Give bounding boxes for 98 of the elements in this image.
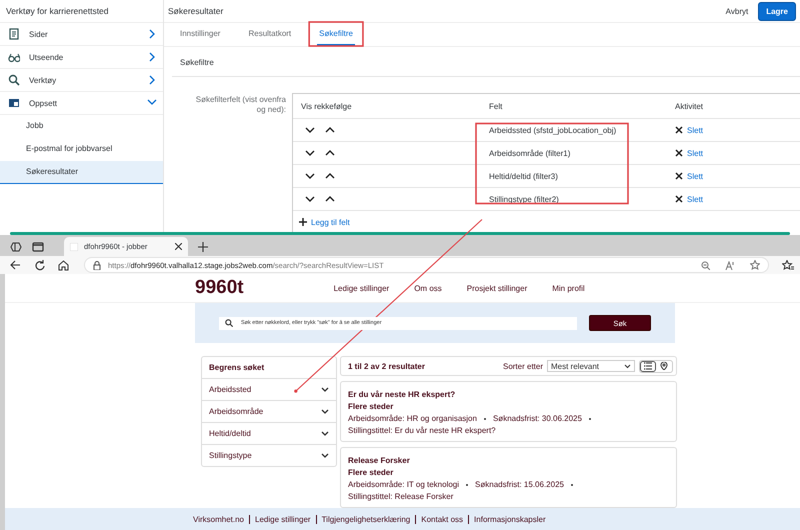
chevron-up-icon — [325, 195, 335, 203]
chevron-down-icon — [305, 149, 315, 157]
column-header: Vis rekkefølge — [300, 102, 353, 110]
job-meta: Stillingstittel: Release Forsker — [348, 492, 454, 501]
sidebar-item[interactable]: Oppsett — [0, 92, 163, 115]
footer-link[interactable]: Tilgjengelighetserklæring — [322, 514, 410, 524]
footer-link[interactable]: Informasjonskapsler — [474, 514, 546, 524]
chevron-down-icon — [321, 452, 329, 458]
delete-link[interactable]: Slett — [675, 172, 704, 180]
field-label: Søkefilterfelt (vist ovenfra og ned): — [194, 94, 286, 116]
chevron-up-icon — [325, 149, 335, 157]
column-header: Aktivitet — [674, 102, 704, 110]
tab[interactable]: Innstillinger — [178, 23, 222, 46]
table-cell-text: Arbeidssted (sfstd_jobLocation_obj) — [488, 126, 618, 134]
tab[interactable]: Søkefiltre — [317, 23, 355, 46]
sort-label: Sorter etter — [502, 362, 543, 370]
footer-link[interactable]: Kontakt oss — [421, 514, 464, 524]
star-icon — [750, 260, 760, 270]
nav-link[interactable]: Ledige stillinger — [334, 284, 390, 292]
table-cell-text: Arbeidsområde (filter1) — [488, 148, 572, 158]
filter-dropdown[interactable]: Stillingstype — [202, 445, 336, 466]
filter-dropdown[interactable]: Arbeidssted — [202, 379, 336, 401]
add-field-link[interactable]: Legg til felt — [299, 218, 350, 226]
chevron-down-icon — [321, 386, 329, 392]
sidebar-item[interactable]: Jobb — [0, 115, 163, 138]
nav-link[interactable]: Prosjekt stillinger — [466, 284, 528, 292]
job-meta: Søknadsfrist: 30.06.2025 — [492, 414, 582, 423]
job-location: Flere steder — [348, 402, 394, 411]
glasses-icon — [8, 51, 20, 63]
separator-line — [415, 514, 416, 524]
table-cell-text: Stillingstype (filter2) — [488, 194, 560, 204]
chevron-down-icon — [305, 172, 315, 180]
job-title-link[interactable]: Release Forsker — [348, 456, 669, 465]
layout-icon — [8, 97, 20, 109]
results-count: 1 til 2 av 2 resultater — [348, 362, 425, 370]
separator-line — [316, 514, 317, 524]
tab[interactable]: Resultatkort — [246, 23, 294, 46]
chevron-up-icon — [325, 172, 335, 180]
separator-line — [249, 514, 250, 524]
lock-icon — [93, 260, 101, 270]
delete-link[interactable]: Slett — [675, 194, 704, 204]
job-meta: Arbeidsområde: HR og organisasjon — [348, 414, 477, 423]
new-tab-icon — [198, 242, 208, 252]
delete-link[interactable]: Slett — [675, 126, 704, 134]
favicon-icon — [70, 242, 78, 251]
close-icon — [675, 126, 683, 134]
chevron-down-icon — [321, 408, 329, 414]
save-button[interactable]: Lagre — [758, 2, 796, 20]
map-pin-icon — [660, 362, 668, 370]
reload-icon — [34, 260, 45, 271]
job-location: Flere steder — [348, 468, 394, 477]
job-meta: Søknadsfrist: 15.06.2025 — [475, 480, 564, 489]
read-aloud-icon — [725, 260, 735, 270]
close-icon — [675, 195, 683, 203]
close-icon — [675, 172, 683, 180]
table-cell-text: Heltid/deltid (filter3) — [488, 172, 559, 180]
filter-dropdown[interactable]: Arbeidsområde — [202, 401, 336, 423]
page-icon — [8, 28, 20, 40]
plus-icon — [299, 218, 307, 226]
separator-line — [468, 514, 470, 524]
section-title: Søkefiltre — [172, 58, 800, 77]
column-header: Felt — [488, 102, 504, 110]
tab-icon — [32, 240, 44, 253]
page-title: Søkeresultater — [168, 6, 224, 16]
sidebar-item[interactable]: Sider — [0, 23, 163, 46]
sidebar-item[interactable]: Verktøy — [0, 69, 163, 92]
chevron-down-icon — [321, 430, 329, 436]
caret-icon — [624, 364, 631, 368]
footer-link[interactable]: Ledige stillinger — [255, 514, 311, 524]
job-meta: Stillingstittel: Er du vår neste HR ekspert? — [348, 426, 496, 435]
site-logo[interactable]: 9960t — [195, 277, 244, 299]
job-meta: Arbeidsområde: IT og teknologi — [348, 480, 460, 489]
favorites-icon — [782, 260, 794, 271]
delete-link[interactable]: Slett — [675, 148, 704, 158]
zoom-out-icon — [701, 260, 710, 270]
sort-dropdown[interactable]: Mest relevant — [547, 360, 635, 372]
chevron-up-icon — [325, 126, 335, 134]
chevron-down-icon — [305, 195, 315, 203]
footer-link[interactable]: Virksomhet.no — [193, 514, 244, 524]
highlight-frame — [308, 21, 364, 47]
nav-link[interactable]: Om oss — [414, 284, 442, 292]
close-icon — [675, 149, 683, 157]
search-icon — [225, 319, 233, 327]
cancel-button[interactable]: Avbryt — [720, 4, 754, 18]
list-icon — [644, 362, 652, 370]
chevron-down-icon — [305, 126, 315, 134]
sidebar-item[interactable]: Utseende — [0, 46, 163, 69]
filter-dropdown[interactable]: Heltid/deltid — [202, 423, 336, 445]
job-title-link[interactable]: Er du vår neste HR ekspert? — [348, 390, 669, 399]
nav-link[interactable]: Min profil — [552, 284, 585, 292]
back-icon — [10, 260, 21, 270]
sidebar-item[interactable]: Søkeresultater — [0, 161, 163, 184]
filter-title: Begrens søket — [202, 357, 336, 379]
workspaces-icon — [10, 240, 22, 253]
magnifier-icon — [8, 74, 20, 86]
list-view-button[interactable] — [640, 360, 656, 372]
home-icon — [58, 260, 69, 271]
close-icon — [175, 243, 182, 250]
